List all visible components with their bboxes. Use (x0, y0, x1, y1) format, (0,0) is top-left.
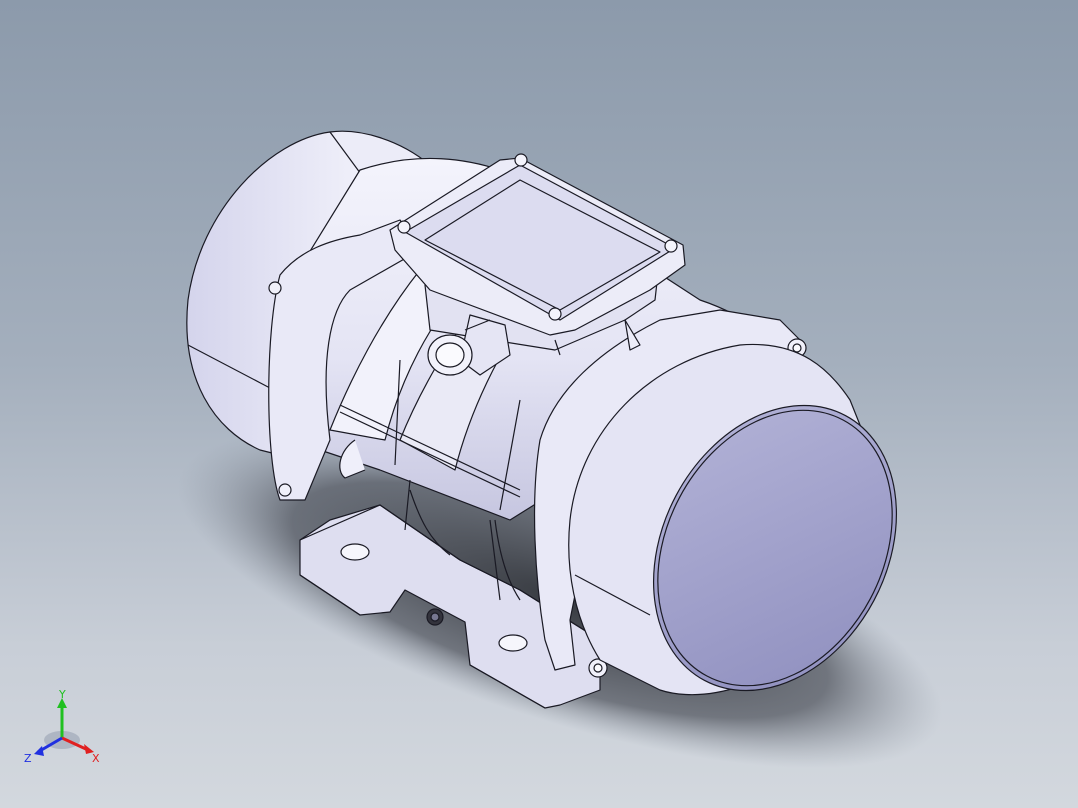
motor-model[interactable] (0, 0, 1078, 808)
z-axis-head (34, 746, 44, 756)
axis-triad: Y X Z (22, 688, 112, 780)
x-axis-label: X (92, 752, 100, 765)
3d-viewport[interactable]: Y X Z (0, 0, 1078, 808)
y-axis-label: Y (58, 690, 66, 701)
z-axis-label: Z (24, 752, 32, 765)
